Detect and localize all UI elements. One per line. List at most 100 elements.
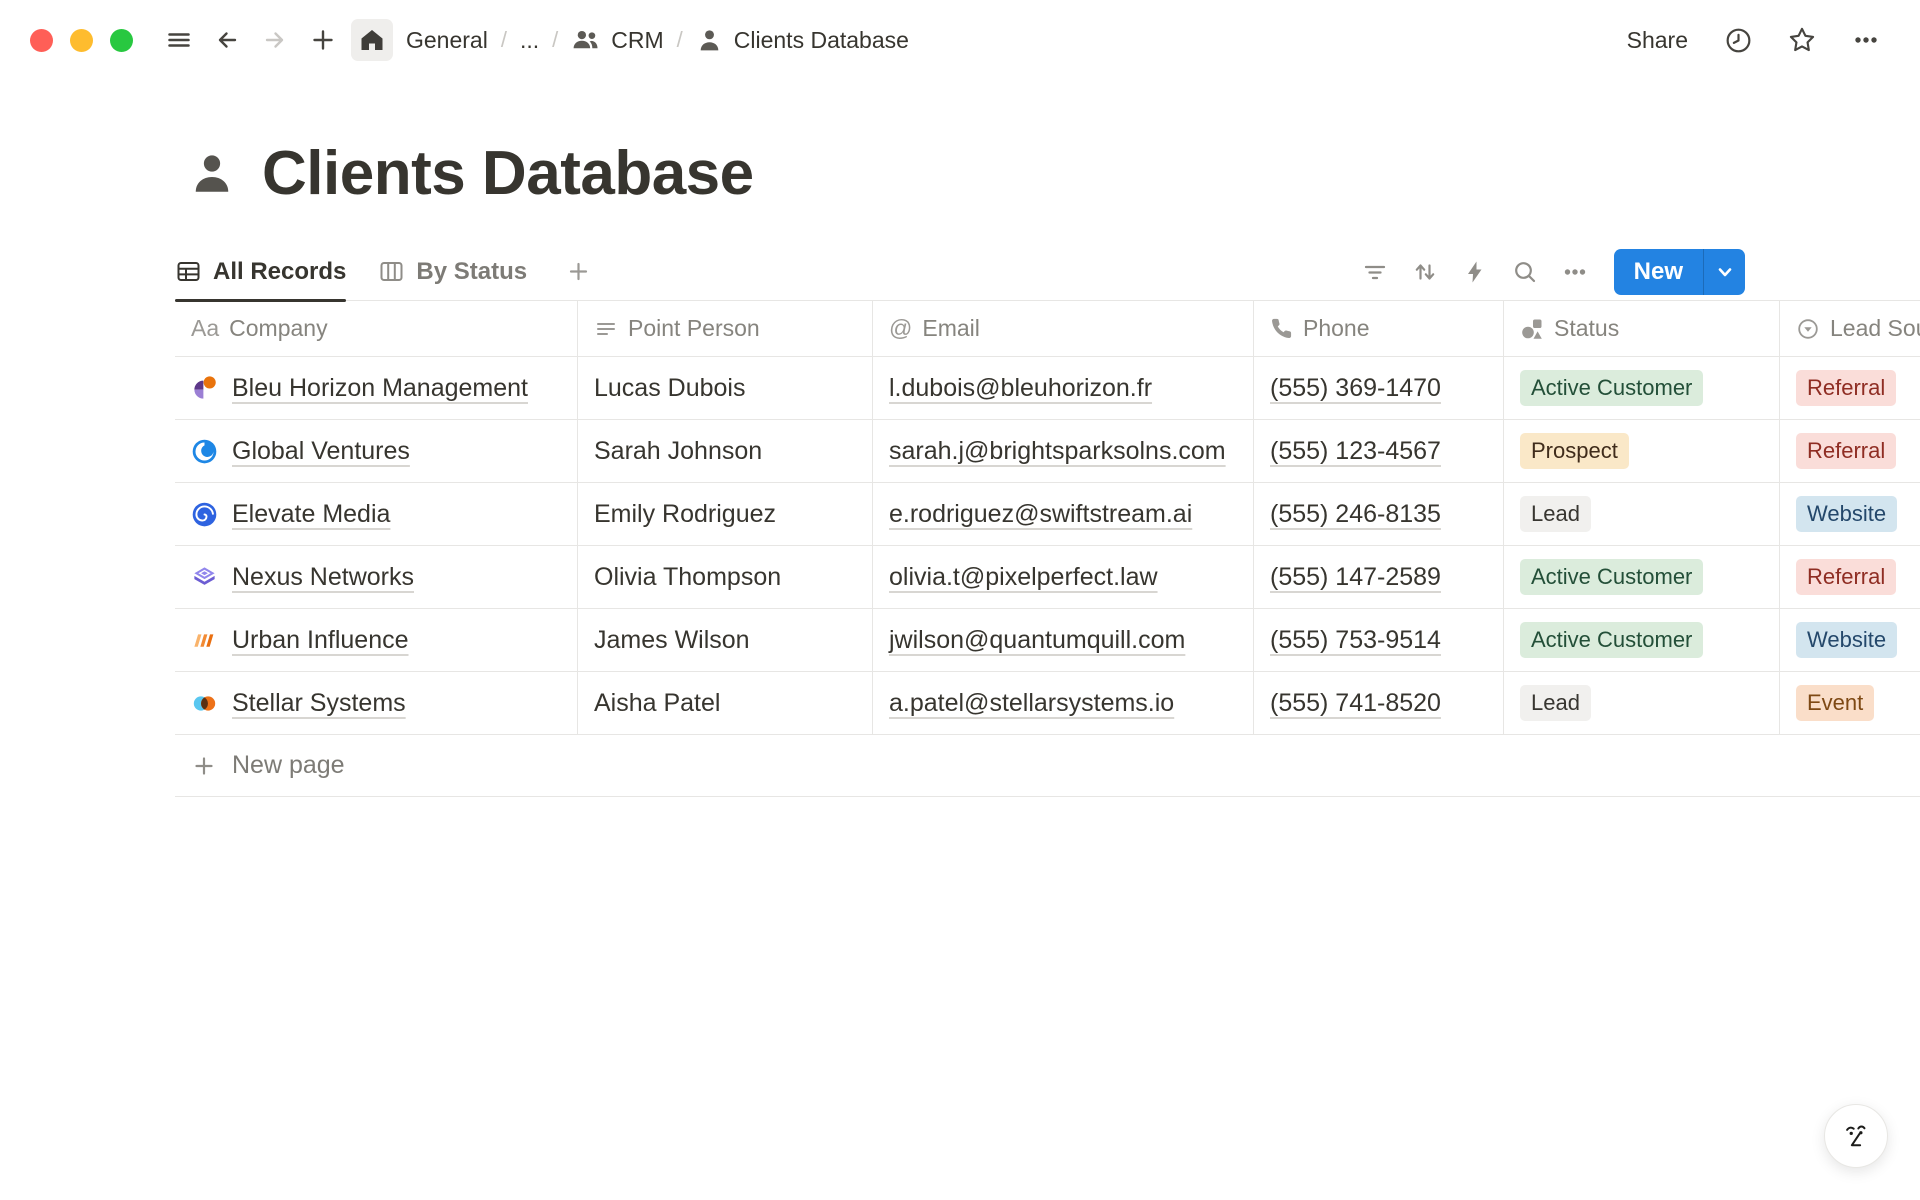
breadcrumb-general[interactable]: General: [406, 27, 488, 54]
status-badge[interactable]: Active Customer: [1520, 370, 1703, 406]
phone-link[interactable]: (555) 246-8135: [1270, 500, 1441, 529]
phone-link[interactable]: (555) 369-1470: [1270, 374, 1441, 403]
cell-lead-source[interactable]: Referral: [1780, 357, 1920, 420]
cell-company[interactable]: Global Ventures: [175, 420, 578, 483]
lead-source-badge[interactable]: Website: [1796, 496, 1897, 532]
cell-status[interactable]: Lead: [1504, 672, 1780, 735]
cell-email[interactable]: a.patel@stellarsystems.io: [873, 672, 1254, 735]
lead-source-badge[interactable]: Referral: [1796, 433, 1896, 469]
star-icon[interactable]: [1782, 20, 1822, 60]
notion-ai-button[interactable]: [1824, 1104, 1888, 1168]
cell-point-person[interactable]: James Wilson: [578, 609, 873, 672]
cell-email[interactable]: olivia.t@pixelperfect.law: [873, 546, 1254, 609]
cell-status[interactable]: Lead: [1504, 483, 1780, 546]
cell-lead-source[interactable]: Referral: [1780, 546, 1920, 609]
add-view-icon[interactable]: [559, 253, 597, 291]
tab-by-status[interactable]: By Status: [378, 243, 527, 300]
cell-company[interactable]: Stellar Systems: [175, 672, 578, 735]
company-name-link[interactable]: Stellar Systems: [232, 689, 406, 718]
cell-phone[interactable]: (555) 123-4567: [1254, 420, 1504, 483]
share-button[interactable]: Share: [1621, 23, 1694, 58]
new-record-button[interactable]: New: [1614, 249, 1745, 295]
page-person-icon[interactable]: [188, 150, 236, 198]
clock-icon[interactable]: [1718, 20, 1758, 60]
company-name-link[interactable]: Urban Influence: [232, 626, 409, 655]
cell-lead-source[interactable]: Event: [1780, 672, 1920, 735]
cell-point-person[interactable]: Emily Rodriguez: [578, 483, 873, 546]
company-name-link[interactable]: Bleu Horizon Management: [232, 374, 528, 403]
ellipsis-icon[interactable]: [1556, 253, 1594, 291]
maximize-window-button[interactable]: [110, 29, 133, 52]
lightning-icon[interactable]: [1456, 253, 1494, 291]
cell-email[interactable]: sarah.j@brightsparksolns.com: [873, 420, 1254, 483]
cell-company[interactable]: Bleu Horizon Management: [175, 357, 578, 420]
cell-status[interactable]: Prospect: [1504, 420, 1780, 483]
email-link[interactable]: jwilson@quantumquill.com: [889, 626, 1185, 655]
email-link[interactable]: sarah.j@brightsparksolns.com: [889, 437, 1226, 466]
page-title[interactable]: Clients Database: [262, 138, 754, 209]
lead-source-badge[interactable]: Website: [1796, 622, 1897, 658]
new-page-row[interactable]: New page: [175, 735, 1920, 797]
filter-icon[interactable]: [1356, 253, 1394, 291]
cell-email[interactable]: l.dubois@bleuhorizon.fr: [873, 357, 1254, 420]
cell-point-person[interactable]: Aisha Patel: [578, 672, 873, 735]
phone-link[interactable]: (555) 147-2589: [1270, 563, 1441, 592]
search-icon[interactable]: [1506, 253, 1544, 291]
sort-icon[interactable]: [1406, 253, 1444, 291]
status-badge[interactable]: Active Customer: [1520, 622, 1703, 658]
column-header-lead-source[interactable]: Lead Source: [1780, 301, 1920, 357]
cell-email[interactable]: e.rodriguez@swiftstream.ai: [873, 483, 1254, 546]
email-link[interactable]: olivia.t@pixelperfect.law: [889, 563, 1158, 592]
home-icon[interactable]: [351, 19, 393, 61]
menu-icon[interactable]: [159, 20, 199, 60]
email-link[interactable]: a.patel@stellarsystems.io: [889, 689, 1174, 718]
cell-point-person[interactable]: Sarah Johnson: [578, 420, 873, 483]
breadcrumb-ellipsis[interactable]: ...: [520, 27, 539, 54]
cell-point-person[interactable]: Olivia Thompson: [578, 546, 873, 609]
column-header-company[interactable]: Aa Company: [175, 301, 578, 357]
column-header-email[interactable]: @ Email: [873, 301, 1254, 357]
cell-phone[interactable]: (555) 147-2589: [1254, 546, 1504, 609]
status-badge[interactable]: Lead: [1520, 496, 1591, 532]
close-window-button[interactable]: [30, 29, 53, 52]
email-link[interactable]: l.dubois@bleuhorizon.fr: [889, 374, 1152, 403]
cell-email[interactable]: jwilson@quantumquill.com: [873, 609, 1254, 672]
column-header-status[interactable]: Status: [1504, 301, 1780, 357]
cell-phone[interactable]: (555) 741-8520: [1254, 672, 1504, 735]
cell-lead-source[interactable]: Referral: [1780, 420, 1920, 483]
company-name-link[interactable]: Nexus Networks: [232, 563, 414, 592]
cell-status[interactable]: Active Customer: [1504, 546, 1780, 609]
cell-status[interactable]: Active Customer: [1504, 357, 1780, 420]
phone-link[interactable]: (555) 123-4567: [1270, 437, 1441, 466]
cell-phone[interactable]: (555) 246-8135: [1254, 483, 1504, 546]
more-options-icon[interactable]: [1846, 20, 1886, 60]
status-badge[interactable]: Active Customer: [1520, 559, 1703, 595]
new-dropdown-chevron-icon[interactable]: [1703, 249, 1745, 295]
cell-status[interactable]: Active Customer: [1504, 609, 1780, 672]
lead-source-badge[interactable]: Event: [1796, 685, 1874, 721]
new-tab-icon[interactable]: [303, 20, 343, 60]
cell-lead-source[interactable]: Website: [1780, 483, 1920, 546]
lead-source-badge[interactable]: Referral: [1796, 559, 1896, 595]
cell-lead-source[interactable]: Website: [1780, 609, 1920, 672]
tab-all-records[interactable]: All Records: [175, 243, 346, 300]
cell-phone[interactable]: (555) 369-1470: [1254, 357, 1504, 420]
minimize-window-button[interactable]: [70, 29, 93, 52]
cell-company[interactable]: Nexus Networks: [175, 546, 578, 609]
company-name-link[interactable]: Elevate Media: [232, 500, 390, 529]
breadcrumb-clients-database[interactable]: Clients Database: [696, 27, 909, 54]
phone-link[interactable]: (555) 741-8520: [1270, 689, 1441, 718]
breadcrumb-crm[interactable]: CRM: [571, 26, 663, 55]
company-name-link[interactable]: Global Ventures: [232, 437, 410, 466]
column-header-point-person[interactable]: Point Person: [578, 301, 873, 357]
cell-company[interactable]: Urban Influence: [175, 609, 578, 672]
cell-point-person[interactable]: Lucas Dubois: [578, 357, 873, 420]
status-badge[interactable]: Lead: [1520, 685, 1591, 721]
cell-phone[interactable]: (555) 753-9514: [1254, 609, 1504, 672]
cell-company[interactable]: Elevate Media: [175, 483, 578, 546]
column-header-phone[interactable]: Phone: [1254, 301, 1504, 357]
email-link[interactable]: e.rodriguez@swiftstream.ai: [889, 500, 1192, 529]
phone-link[interactable]: (555) 753-9514: [1270, 626, 1441, 655]
back-icon[interactable]: [207, 20, 247, 60]
lead-source-badge[interactable]: Referral: [1796, 370, 1896, 406]
